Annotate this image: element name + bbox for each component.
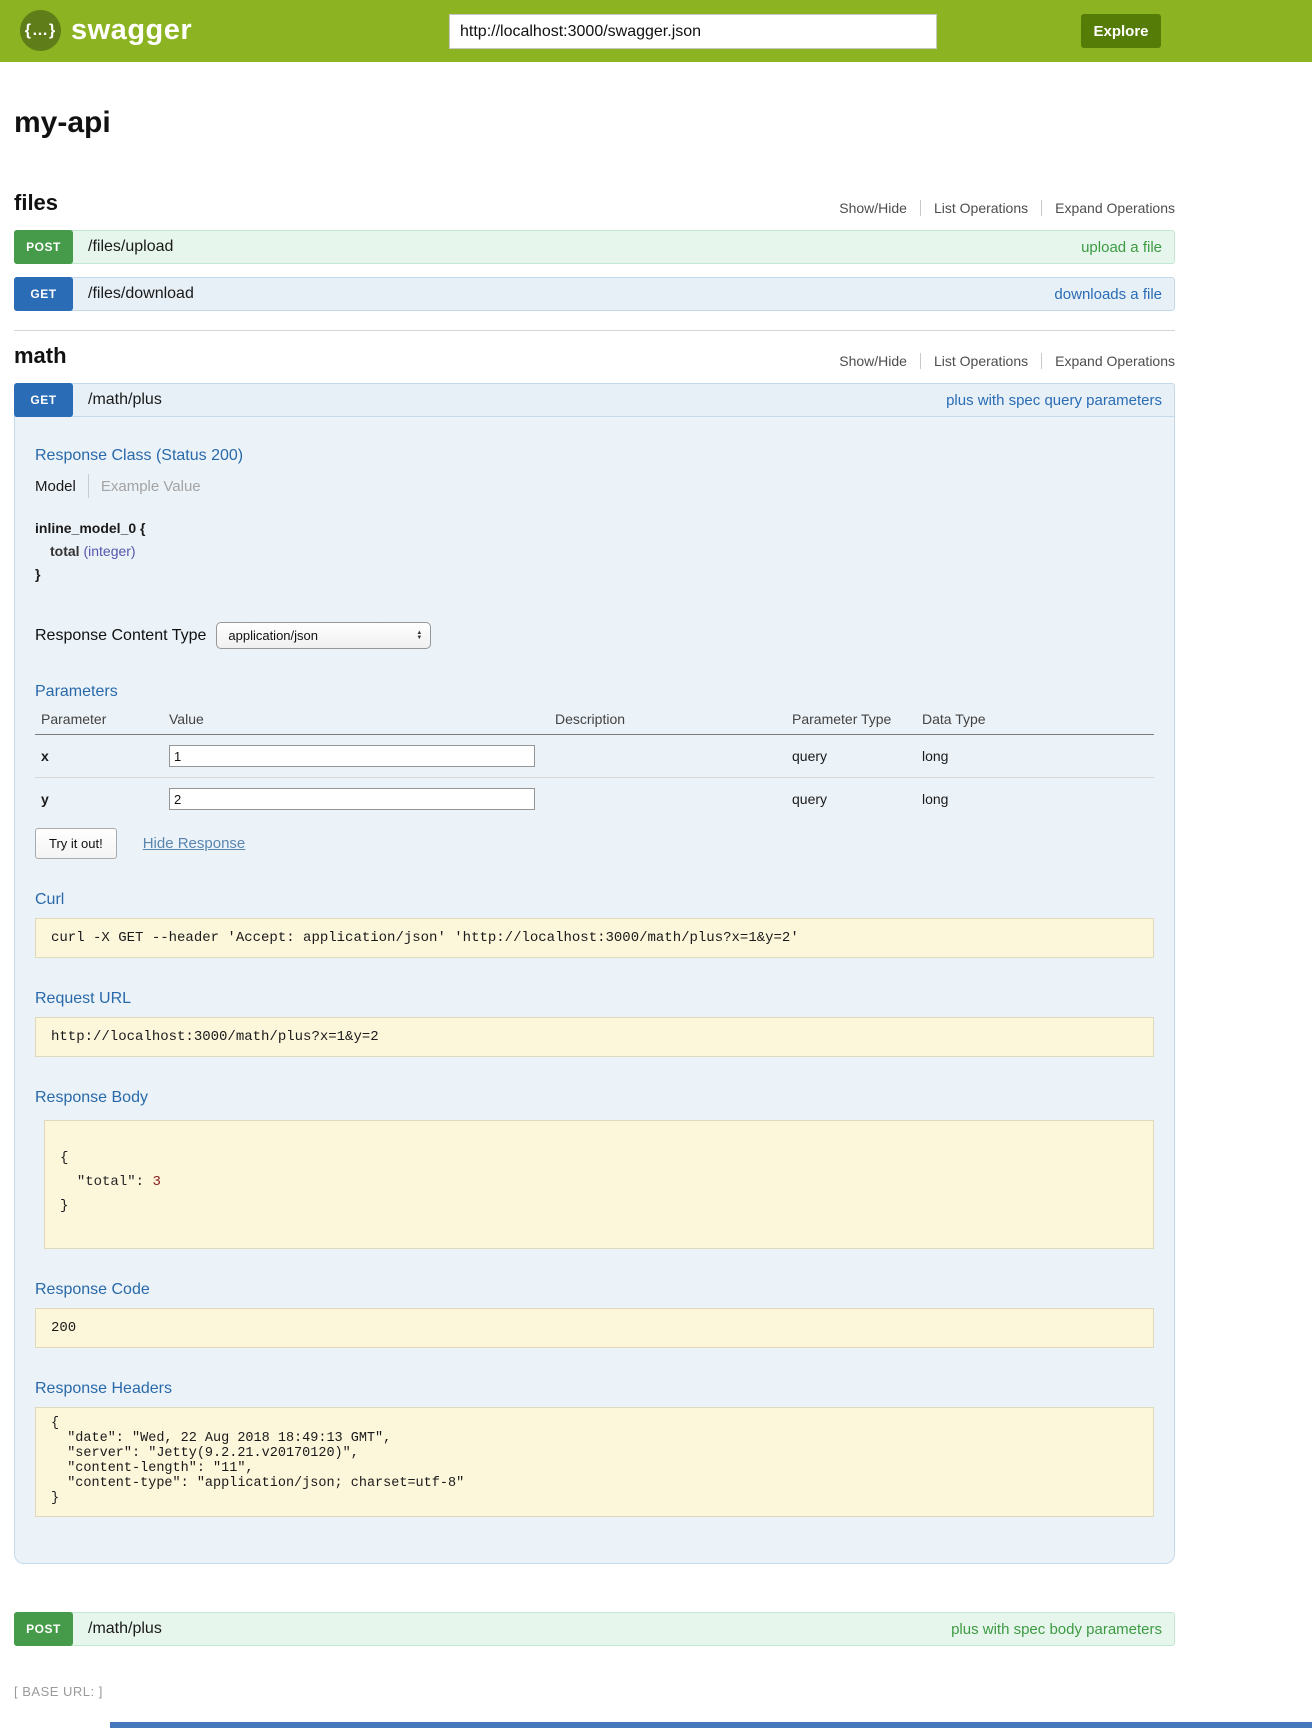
op-row-get-math-plus[interactable]: GET /math/plus plus with spec query para… [14, 383, 1175, 417]
op-path-link[interactable]: /math/plus [88, 391, 162, 409]
col-value: Value [163, 707, 549, 735]
param-description [549, 778, 786, 821]
param-name: x [35, 735, 163, 778]
base-url-label: [ BASE URL: ] [14, 1684, 1312, 1699]
param-name: y [35, 778, 163, 821]
param-value-input-x[interactable] [169, 745, 535, 767]
swagger-logo-icon: {…} [20, 10, 61, 51]
swagger-brand-link[interactable]: {…} swagger [20, 10, 192, 51]
page-title: my-api [14, 106, 1175, 140]
response-code-heading: Response Code [35, 1281, 1154, 1299]
response-code-block: 200 [35, 1308, 1154, 1348]
request-url-heading: Request URL [35, 990, 1154, 1008]
json-value-total: 3 [152, 1174, 160, 1190]
json-close-brace: } [60, 1194, 1138, 1218]
curl-heading: Curl [35, 891, 1154, 909]
list-operations-link[interactable]: List Operations [920, 353, 1041, 369]
method-badge-get: GET [14, 383, 73, 417]
param-data-type: long [916, 778, 1154, 821]
param-description [549, 735, 786, 778]
model-property-name: total [50, 543, 80, 559]
op-summary-link[interactable]: plus with spec body parameters [951, 1621, 1162, 1638]
param-value-input-y[interactable] [169, 788, 535, 810]
response-body-block: { "total": 3 } [44, 1120, 1154, 1249]
math-section-controls: Show/Hide List Operations Expand Operati… [826, 353, 1175, 369]
op-path-link[interactable]: /files/download [88, 285, 194, 303]
section-title-files[interactable]: files [14, 190, 58, 216]
op-detail-body: Response Class (Status 200) Model Exampl… [14, 417, 1175, 1564]
col-description: Description [549, 707, 786, 735]
json-open-brace: { [60, 1146, 1138, 1170]
op-path-link[interactable]: /files/upload [88, 238, 173, 256]
tab-separator [88, 474, 89, 498]
spec-url-input[interactable] [449, 14, 937, 49]
curl-command-block: curl -X GET --header 'Accept: applicatio… [35, 918, 1154, 958]
section-divider [14, 330, 1175, 331]
col-data-type: Data Type [916, 707, 1154, 735]
param-row-x: x query long [35, 735, 1154, 778]
response-content-type-label: Response Content Type [35, 627, 206, 645]
tab-example-value[interactable]: Example Value [101, 478, 201, 495]
model-name: inline_model_0 { [35, 520, 1154, 536]
files-section-header: files Show/Hide List Operations Expand O… [14, 190, 1175, 216]
response-body-heading: Response Body [35, 1089, 1154, 1107]
try-it-out-button[interactable]: Try it out! [35, 828, 117, 859]
show-hide-link[interactable]: Show/Hide [826, 353, 920, 369]
brand-name: swagger [71, 14, 192, 47]
op-summary-link[interactable]: upload a file [1081, 239, 1162, 256]
list-operations-link[interactable]: List Operations [920, 200, 1041, 216]
explore-button[interactable]: Explore [1081, 14, 1161, 48]
response-headers-line: } [51, 1491, 1138, 1506]
method-badge-post: POST [14, 230, 73, 264]
model-tabs: Model Example Value [35, 474, 1154, 498]
section-title-math[interactable]: math [14, 343, 67, 369]
expand-operations-link[interactable]: Expand Operations [1041, 200, 1175, 216]
op-row-get-files-download[interactable]: GET /files/download downloads a file [14, 277, 1175, 311]
response-headers-line: "date": "Wed, 22 Aug 2018 18:49:13 GMT", [51, 1431, 1138, 1446]
model-property-type: (integer) [83, 543, 135, 559]
op-row-post-math-plus[interactable]: POST /math/plus plus with spec body para… [14, 1612, 1175, 1646]
request-url-block: http://localhost:3000/math/plus?x=1&y=2 [35, 1017, 1154, 1057]
method-badge-get: GET [14, 277, 73, 311]
response-headers-block: { "date": "Wed, 22 Aug 2018 18:49:13 GMT… [35, 1407, 1154, 1517]
hide-response-link[interactable]: Hide Response [143, 835, 246, 852]
param-data-type: long [916, 735, 1154, 778]
bottom-partial-bar [110, 1722, 1312, 1728]
param-type: query [786, 735, 916, 778]
param-type: query [786, 778, 916, 821]
op-row-post-files-upload[interactable]: POST /files/upload upload a file [14, 230, 1175, 264]
response-headers-line: "server": "Jetty(9.2.21.v20170120)", [51, 1446, 1138, 1461]
parameters-heading: Parameters [35, 683, 1154, 701]
tab-model[interactable]: Model [35, 478, 76, 495]
files-section-controls: Show/Hide List Operations Expand Operati… [826, 200, 1175, 216]
swagger-ui-app: {…} swagger Explore my-api files Show/Hi… [0, 0, 1312, 1728]
parameters-table: Parameter Value Description Parameter Ty… [35, 707, 1154, 820]
json-key-total: "total": [77, 1174, 144, 1190]
response-content-type-value: application/json [228, 628, 318, 643]
op-summary-link[interactable]: plus with spec query parameters [946, 392, 1162, 409]
math-section-header: math Show/Hide List Operations Expand Op… [14, 343, 1175, 369]
model-signature: inline_model_0 { total (integer) } [35, 520, 1154, 582]
response-headers-line: "content-type": "application/json; chars… [51, 1476, 1138, 1491]
param-row-y: y query long [35, 778, 1154, 821]
select-arrows-icon: ▲▼ [416, 631, 422, 641]
header-bar: {…} swagger Explore [0, 0, 1312, 62]
response-headers-heading: Response Headers [35, 1380, 1154, 1398]
col-parameter: Parameter [35, 707, 163, 735]
show-hide-link[interactable]: Show/Hide [826, 200, 920, 216]
expand-operations-link[interactable]: Expand Operations [1041, 353, 1175, 369]
response-headers-line: { [51, 1416, 1138, 1431]
op-path-link[interactable]: /math/plus [88, 1620, 162, 1638]
op-panel-get-math-plus: GET /math/plus plus with spec query para… [14, 383, 1175, 1564]
response-headers-line: "content-length": "11", [51, 1461, 1138, 1476]
parameters-header-row: Parameter Value Description Parameter Ty… [35, 707, 1154, 735]
col-parameter-type: Parameter Type [786, 707, 916, 735]
response-class-heading: Response Class (Status 200) [35, 447, 1154, 465]
op-summary-link[interactable]: downloads a file [1054, 286, 1162, 303]
model-closing-brace: } [35, 566, 1154, 582]
response-content-type-select[interactable]: application/json ▲▼ [216, 622, 431, 649]
method-badge-post: POST [14, 1612, 73, 1646]
